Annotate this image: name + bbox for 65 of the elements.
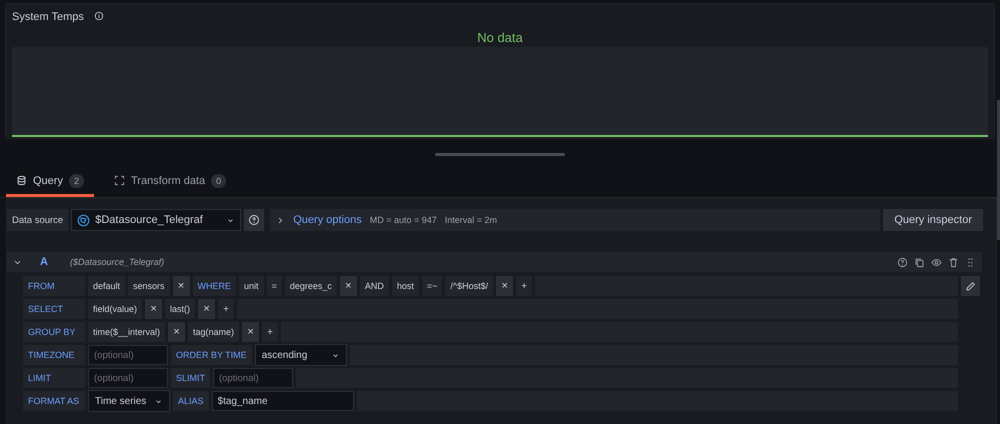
remove-button[interactable]: ×: [242, 322, 260, 342]
interval-text: Interval = 2m: [444, 215, 498, 225]
clause-label: ALIAS: [173, 391, 209, 411]
operator-segment[interactable]: =: [266, 276, 282, 296]
remove-button[interactable]: ×: [340, 276, 357, 296]
query-segment[interactable]: field(value): [88, 299, 142, 319]
trash-icon: [948, 256, 959, 268]
input-field[interactable]: (optional): [213, 368, 294, 388]
help-icon: [248, 214, 260, 226]
datasource-logo-icon: [77, 214, 90, 226]
operator-segment[interactable]: =~: [422, 276, 442, 296]
no-data-message: No data: [477, 30, 523, 45]
add-button[interactable]: +: [516, 276, 532, 296]
info-icon: [94, 10, 104, 20]
row-label: FROM: [23, 276, 85, 296]
clause-label: WHERE: [192, 276, 236, 296]
row-label: GROUP BY: [23, 322, 85, 342]
select-dropdown[interactable]: ascending: [254, 344, 347, 366]
count-badge: 0: [211, 174, 226, 188]
transform-icon: [114, 175, 125, 186]
clause-label: ORDER BY TIME: [171, 345, 252, 365]
alias-field[interactable]: $tag_name: [212, 391, 354, 411]
query-segment[interactable]: sensors: [128, 276, 170, 296]
resize-handle[interactable]: [435, 152, 565, 156]
help-button[interactable]: [244, 209, 264, 231]
query-segment[interactable]: /^$Host$/: [445, 276, 494, 296]
help-icon: [897, 256, 908, 268]
eye-icon: [931, 256, 942, 268]
row-label: LIMIT: [23, 368, 85, 388]
select-dropdown[interactable]: Time series: [88, 390, 170, 412]
query-segment[interactable]: tag(name): [188, 322, 240, 342]
pencil-icon: [965, 280, 976, 292]
row-label: SELECT: [23, 299, 85, 319]
query-segment[interactable]: host: [392, 276, 419, 296]
remove-button[interactable]: ×: [145, 299, 162, 319]
edit-button[interactable]: [961, 276, 980, 296]
datasource-label: Data source: [7, 209, 68, 231]
query-segment[interactable]: time($__interval): [88, 322, 166, 342]
input-field[interactable]: (optional): [88, 345, 168, 365]
remove-button[interactable]: ×: [496, 276, 514, 296]
max-data-points: MD = auto = 947: [370, 215, 437, 225]
input-field[interactable]: (optional): [88, 368, 168, 388]
remove-button[interactable]: ×: [168, 322, 186, 342]
datasource-picker[interactable]: $Datasource_Telegraf: [71, 209, 242, 231]
query-segment[interactable]: default: [88, 276, 126, 296]
query-datasource: ($Datasource_Telegraf): [70, 257, 166, 267]
query-segment[interactable]: AND: [360, 276, 389, 296]
panel-title: System Temps: [12, 11, 84, 23]
remove-button[interactable]: ×: [198, 299, 216, 319]
count-badge: 2: [68, 174, 84, 188]
add-button[interactable]: +: [218, 299, 234, 319]
row-label: FORMAT AS: [23, 391, 85, 411]
clause-label: SLIMIT: [171, 368, 210, 388]
row-label: TIMEZONE: [23, 345, 85, 365]
query-options-link[interactable]: Query options: [293, 214, 362, 226]
query-segment[interactable]: last(): [165, 299, 196, 319]
add-button[interactable]: +: [262, 322, 278, 342]
copy-icon: [914, 256, 925, 268]
query-inspector-button[interactable]: Query inspector: [883, 209, 983, 231]
query-ref[interactable]: A: [40, 256, 48, 268]
tab[interactable]: Transform data 0: [104, 167, 236, 197]
remove-button[interactable]: ×: [172, 276, 190, 296]
query-segment[interactable]: unit: [239, 276, 264, 296]
query-segment[interactable]: degrees_c: [284, 276, 337, 296]
database-icon: [16, 175, 27, 186]
